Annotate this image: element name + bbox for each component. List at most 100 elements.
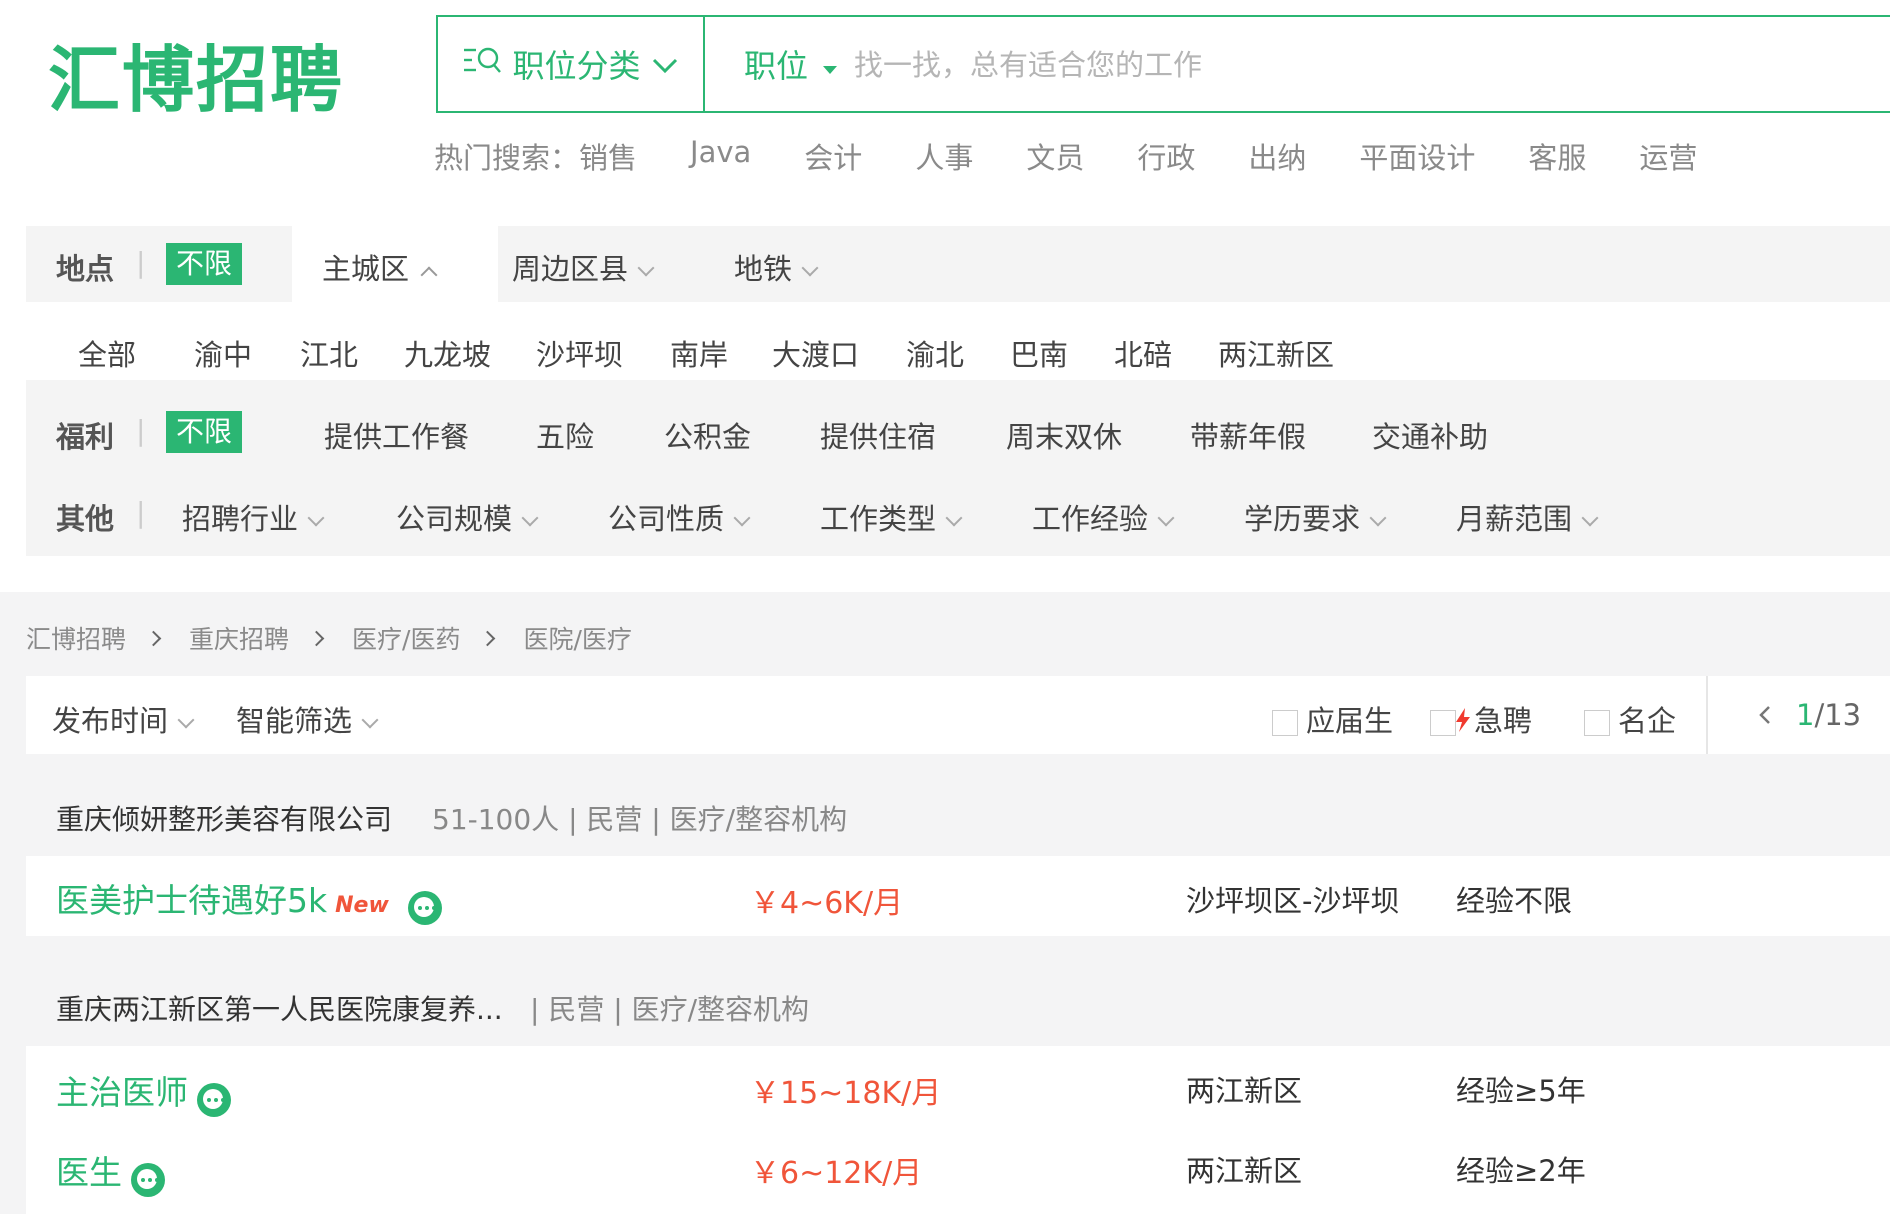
- chat-icon[interactable]: [131, 1162, 166, 1197]
- hot-keyword[interactable]: 文员: [1026, 135, 1084, 177]
- tab-main-district[interactable]: 主城区: [322, 246, 438, 288]
- hot-keyword[interactable]: Java: [690, 135, 751, 177]
- company-header: 重庆倾妍整形美容有限公司 51-100人 | 民营 | 医疗/整容机构: [26, 778, 1890, 854]
- breadcrumb-item[interactable]: 医院/医疗: [523, 620, 631, 656]
- job-row[interactable]: 医美护士待遇好5k New ￥4~6K/月 沙坪坝区-沙坪坝 经验不限: [26, 856, 1890, 936]
- district-item[interactable]: 全部: [78, 332, 136, 374]
- job-location: 沙坪坝区-沙坪坝: [1186, 884, 1400, 918]
- job-experience: 经验≥5年: [1456, 1074, 1586, 1108]
- job-title-group[interactable]: 医生: [56, 1146, 166, 1197]
- chat-icon[interactable]: [407, 890, 442, 925]
- chevron-down-icon: [521, 509, 539, 527]
- district-item[interactable]: 九龙坡: [404, 332, 491, 374]
- job-title[interactable]: 医生: [56, 1153, 122, 1192]
- district-item[interactable]: 巴南: [1010, 332, 1068, 374]
- job-title[interactable]: 主治医师: [56, 1073, 188, 1112]
- search-input[interactable]: [852, 37, 1756, 93]
- job-title[interactable]: 医美护士待遇好5k: [56, 881, 327, 920]
- benefits-label: 福利: [56, 420, 115, 454]
- chevron-right-icon: [145, 630, 162, 646]
- benefit-item[interactable]: 五险: [536, 414, 594, 456]
- job-location: 两江新区: [1186, 1074, 1303, 1108]
- chevron-down-icon: [307, 509, 325, 527]
- job-title-group[interactable]: 医美护士待遇好5k New: [56, 874, 442, 925]
- hot-searches: 热门搜索： 销售 Java 会计 人事 文员 行政 出纳 平面设计 客服 运营: [434, 135, 1750, 177]
- benefit-item[interactable]: 提供工作餐: [324, 414, 469, 456]
- urgent-checkbox[interactable]: 急聘: [1430, 698, 1532, 740]
- filter-salary-range[interactable]: 月薪范围: [1456, 496, 1599, 538]
- filter-experience[interactable]: 工作经验: [1032, 496, 1175, 538]
- district-item[interactable]: 两江新区: [1218, 332, 1334, 374]
- district-item[interactable]: 大渡口: [772, 332, 859, 374]
- hot-keyword[interactable]: 会计: [804, 135, 862, 177]
- prev-page-icon[interactable]: [1758, 704, 1772, 730]
- job-salary: ￥15~18K/月: [750, 1076, 942, 1111]
- divider: |: [136, 414, 146, 447]
- district-item[interactable]: 渝北: [906, 332, 964, 374]
- benefit-item[interactable]: 周末双休: [1006, 414, 1122, 456]
- site-logo[interactable]: 汇博招聘: [48, 30, 344, 130]
- smart-filter-dropdown[interactable]: 智能筛选: [236, 698, 379, 740]
- job-salary: ￥6~12K/月: [750, 1156, 923, 1191]
- hot-keyword[interactable]: 行政: [1137, 135, 1195, 177]
- benefit-item[interactable]: 带薪年假: [1190, 414, 1306, 456]
- other-label: 其他: [56, 502, 115, 536]
- filter-job-type[interactable]: 工作类型: [820, 496, 963, 538]
- divider: |: [136, 496, 146, 529]
- sort-publish-time[interactable]: 发布时间: [52, 698, 195, 740]
- hot-search-label: 热门搜索：: [434, 141, 580, 175]
- breadcrumb-item[interactable]: 医疗/医药: [352, 620, 460, 656]
- hot-keyword[interactable]: 销售: [579, 135, 637, 177]
- checkbox-box: [1584, 710, 1610, 736]
- district-item[interactable]: 渝中: [194, 332, 252, 374]
- chevron-down-icon: [637, 259, 655, 277]
- checkbox-box: [1272, 710, 1298, 736]
- sort-bar: 发布时间 智能筛选 应届生 急聘 名企 1/13: [26, 676, 1890, 754]
- benefit-item[interactable]: 提供住宿: [820, 414, 936, 456]
- district-item[interactable]: 沙坪坝: [536, 332, 623, 374]
- hot-keyword[interactable]: 平面设计: [1359, 135, 1475, 177]
- company-meta: 51-100人 | 民营 | 医疗/整容机构: [432, 803, 848, 836]
- company-name[interactable]: 重庆倾妍整形美容有限公司: [56, 798, 392, 838]
- filter-company-size[interactable]: 公司规模: [396, 496, 539, 538]
- chevron-down-icon: [801, 259, 819, 277]
- district-item[interactable]: 北碚: [1114, 332, 1172, 374]
- chat-icon[interactable]: [197, 1082, 232, 1117]
- chevron-down-icon: [361, 711, 379, 729]
- district-item[interactable]: 江北: [300, 332, 358, 374]
- hot-keyword[interactable]: 人事: [915, 135, 973, 177]
- chevron-right-icon: [308, 630, 325, 646]
- filter-company-type[interactable]: 公司性质: [608, 496, 751, 538]
- job-experience: 经验不限: [1456, 884, 1573, 918]
- district-item[interactable]: 南岸: [670, 332, 728, 374]
- filter-education[interactable]: 学历要求: [1244, 496, 1387, 538]
- search-field-select[interactable]: 职位: [744, 17, 838, 111]
- job-experience: 经验≥2年: [1456, 1154, 1586, 1188]
- filter-industry[interactable]: 招聘行业: [182, 496, 325, 538]
- graduate-checkbox[interactable]: 应届生: [1272, 698, 1393, 740]
- search-bar: 职位分类 职位: [436, 15, 1890, 113]
- job-category-button[interactable]: 职位分类: [438, 17, 705, 111]
- breadcrumb-item[interactable]: 重庆招聘: [189, 620, 289, 656]
- hot-keyword[interactable]: 运营: [1639, 135, 1697, 177]
- job-title-group[interactable]: 主治医师: [56, 1066, 232, 1117]
- company-name[interactable]: 重庆两江新区第一人民医院康复养...: [56, 988, 503, 1028]
- chevron-down-icon: [177, 711, 195, 729]
- tab-surrounding-counties[interactable]: 周边区县: [512, 246, 655, 288]
- chevron-down-icon: [1581, 509, 1599, 527]
- hot-keyword[interactable]: 客服: [1528, 135, 1586, 177]
- benefits-unlimited[interactable]: 不限: [166, 411, 243, 453]
- tab-metro[interactable]: 地铁: [734, 246, 819, 288]
- famous-company-checkbox[interactable]: 名企: [1584, 698, 1676, 740]
- job-list: 主治医师 ￥15~18K/月 两江新区 经验≥5年 医生 ￥6~12K/月 两江…: [26, 1046, 1890, 1214]
- company-meta: | 民营 | 医疗/整容机构: [530, 993, 810, 1026]
- benefit-item[interactable]: 交通补助: [1372, 414, 1488, 456]
- benefit-item[interactable]: 公积金: [664, 414, 751, 456]
- breadcrumb-item[interactable]: 汇博招聘: [26, 620, 126, 656]
- location-unlimited[interactable]: 不限: [166, 243, 243, 285]
- hot-keyword[interactable]: 出纳: [1248, 135, 1306, 177]
- chevron-down-icon: [651, 45, 679, 83]
- job-location: 两江新区: [1186, 1154, 1303, 1188]
- pagination: 1/13: [1796, 698, 1862, 732]
- category-search-icon: [462, 45, 502, 83]
